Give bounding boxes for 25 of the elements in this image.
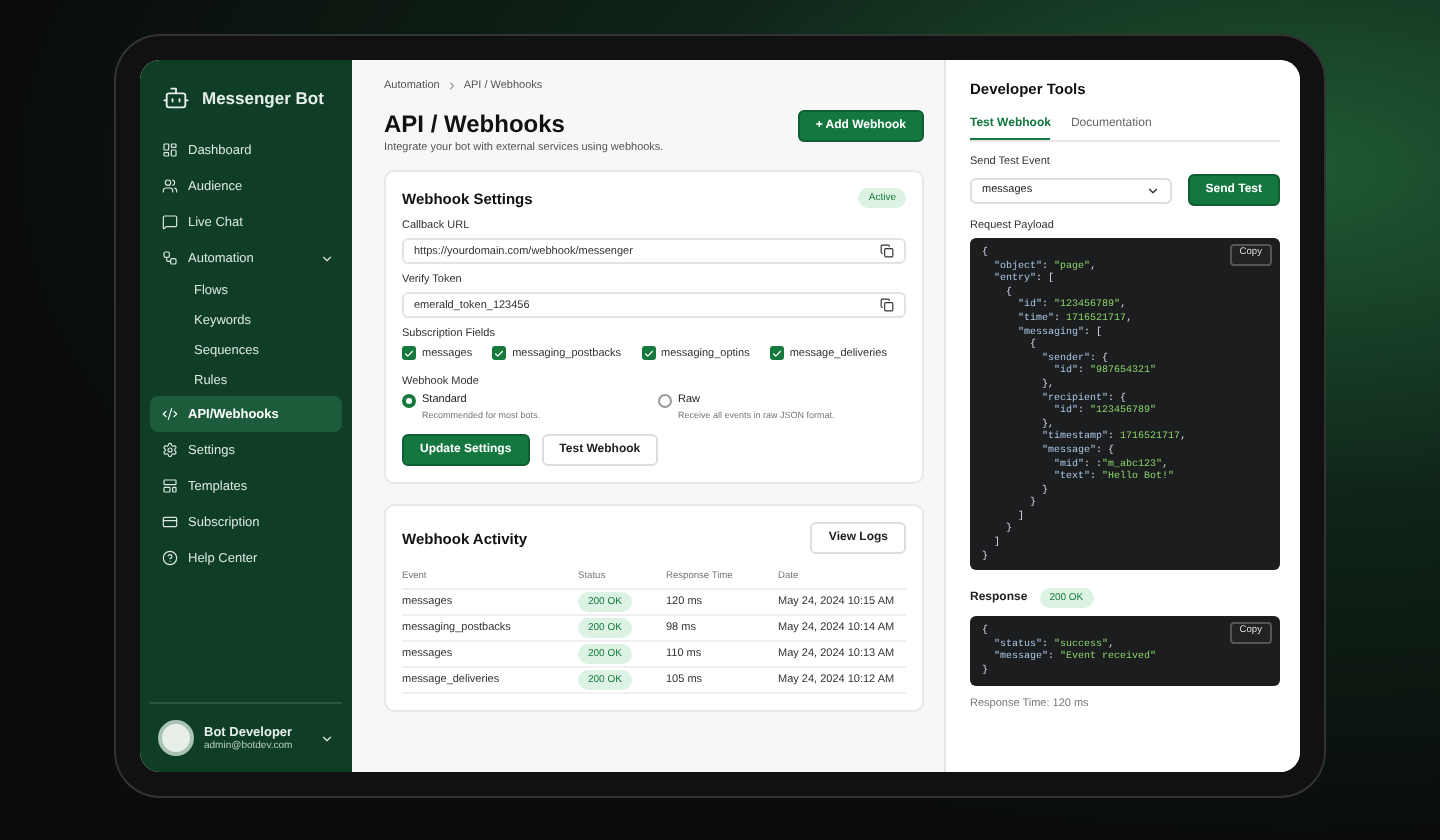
chevron-icon [445,80,458,92]
chevron-icon[interactable] [320,731,334,745]
template-icon [162,478,178,494]
checkbox[interactable] [492,346,507,360]
help-icon [162,550,178,566]
radio-button[interactable] [658,394,672,408]
user-avatar [158,720,194,756]
workflow-icon [162,250,178,266]
brand-name: Messenger Bot [202,88,324,108]
copy-icon[interactable] [880,244,894,258]
radio-button[interactable] [402,394,416,408]
chat-icon [162,214,178,230]
checkbox[interactable] [402,346,416,360]
settings-icon [162,442,178,458]
checkbox[interactable] [641,346,655,360]
checkbox[interactable] [769,346,784,360]
chevron-icon[interactable] [320,251,334,265]
copy-icon[interactable] [880,298,894,312]
users-icon [162,178,178,194]
card-icon [162,514,178,530]
page-title: API / Webhooks [384,110,567,138]
chevron-icon [1145,183,1160,197]
code-icon [162,406,178,422]
robot-icon [162,84,190,112]
dashboard-icon [162,142,178,158]
